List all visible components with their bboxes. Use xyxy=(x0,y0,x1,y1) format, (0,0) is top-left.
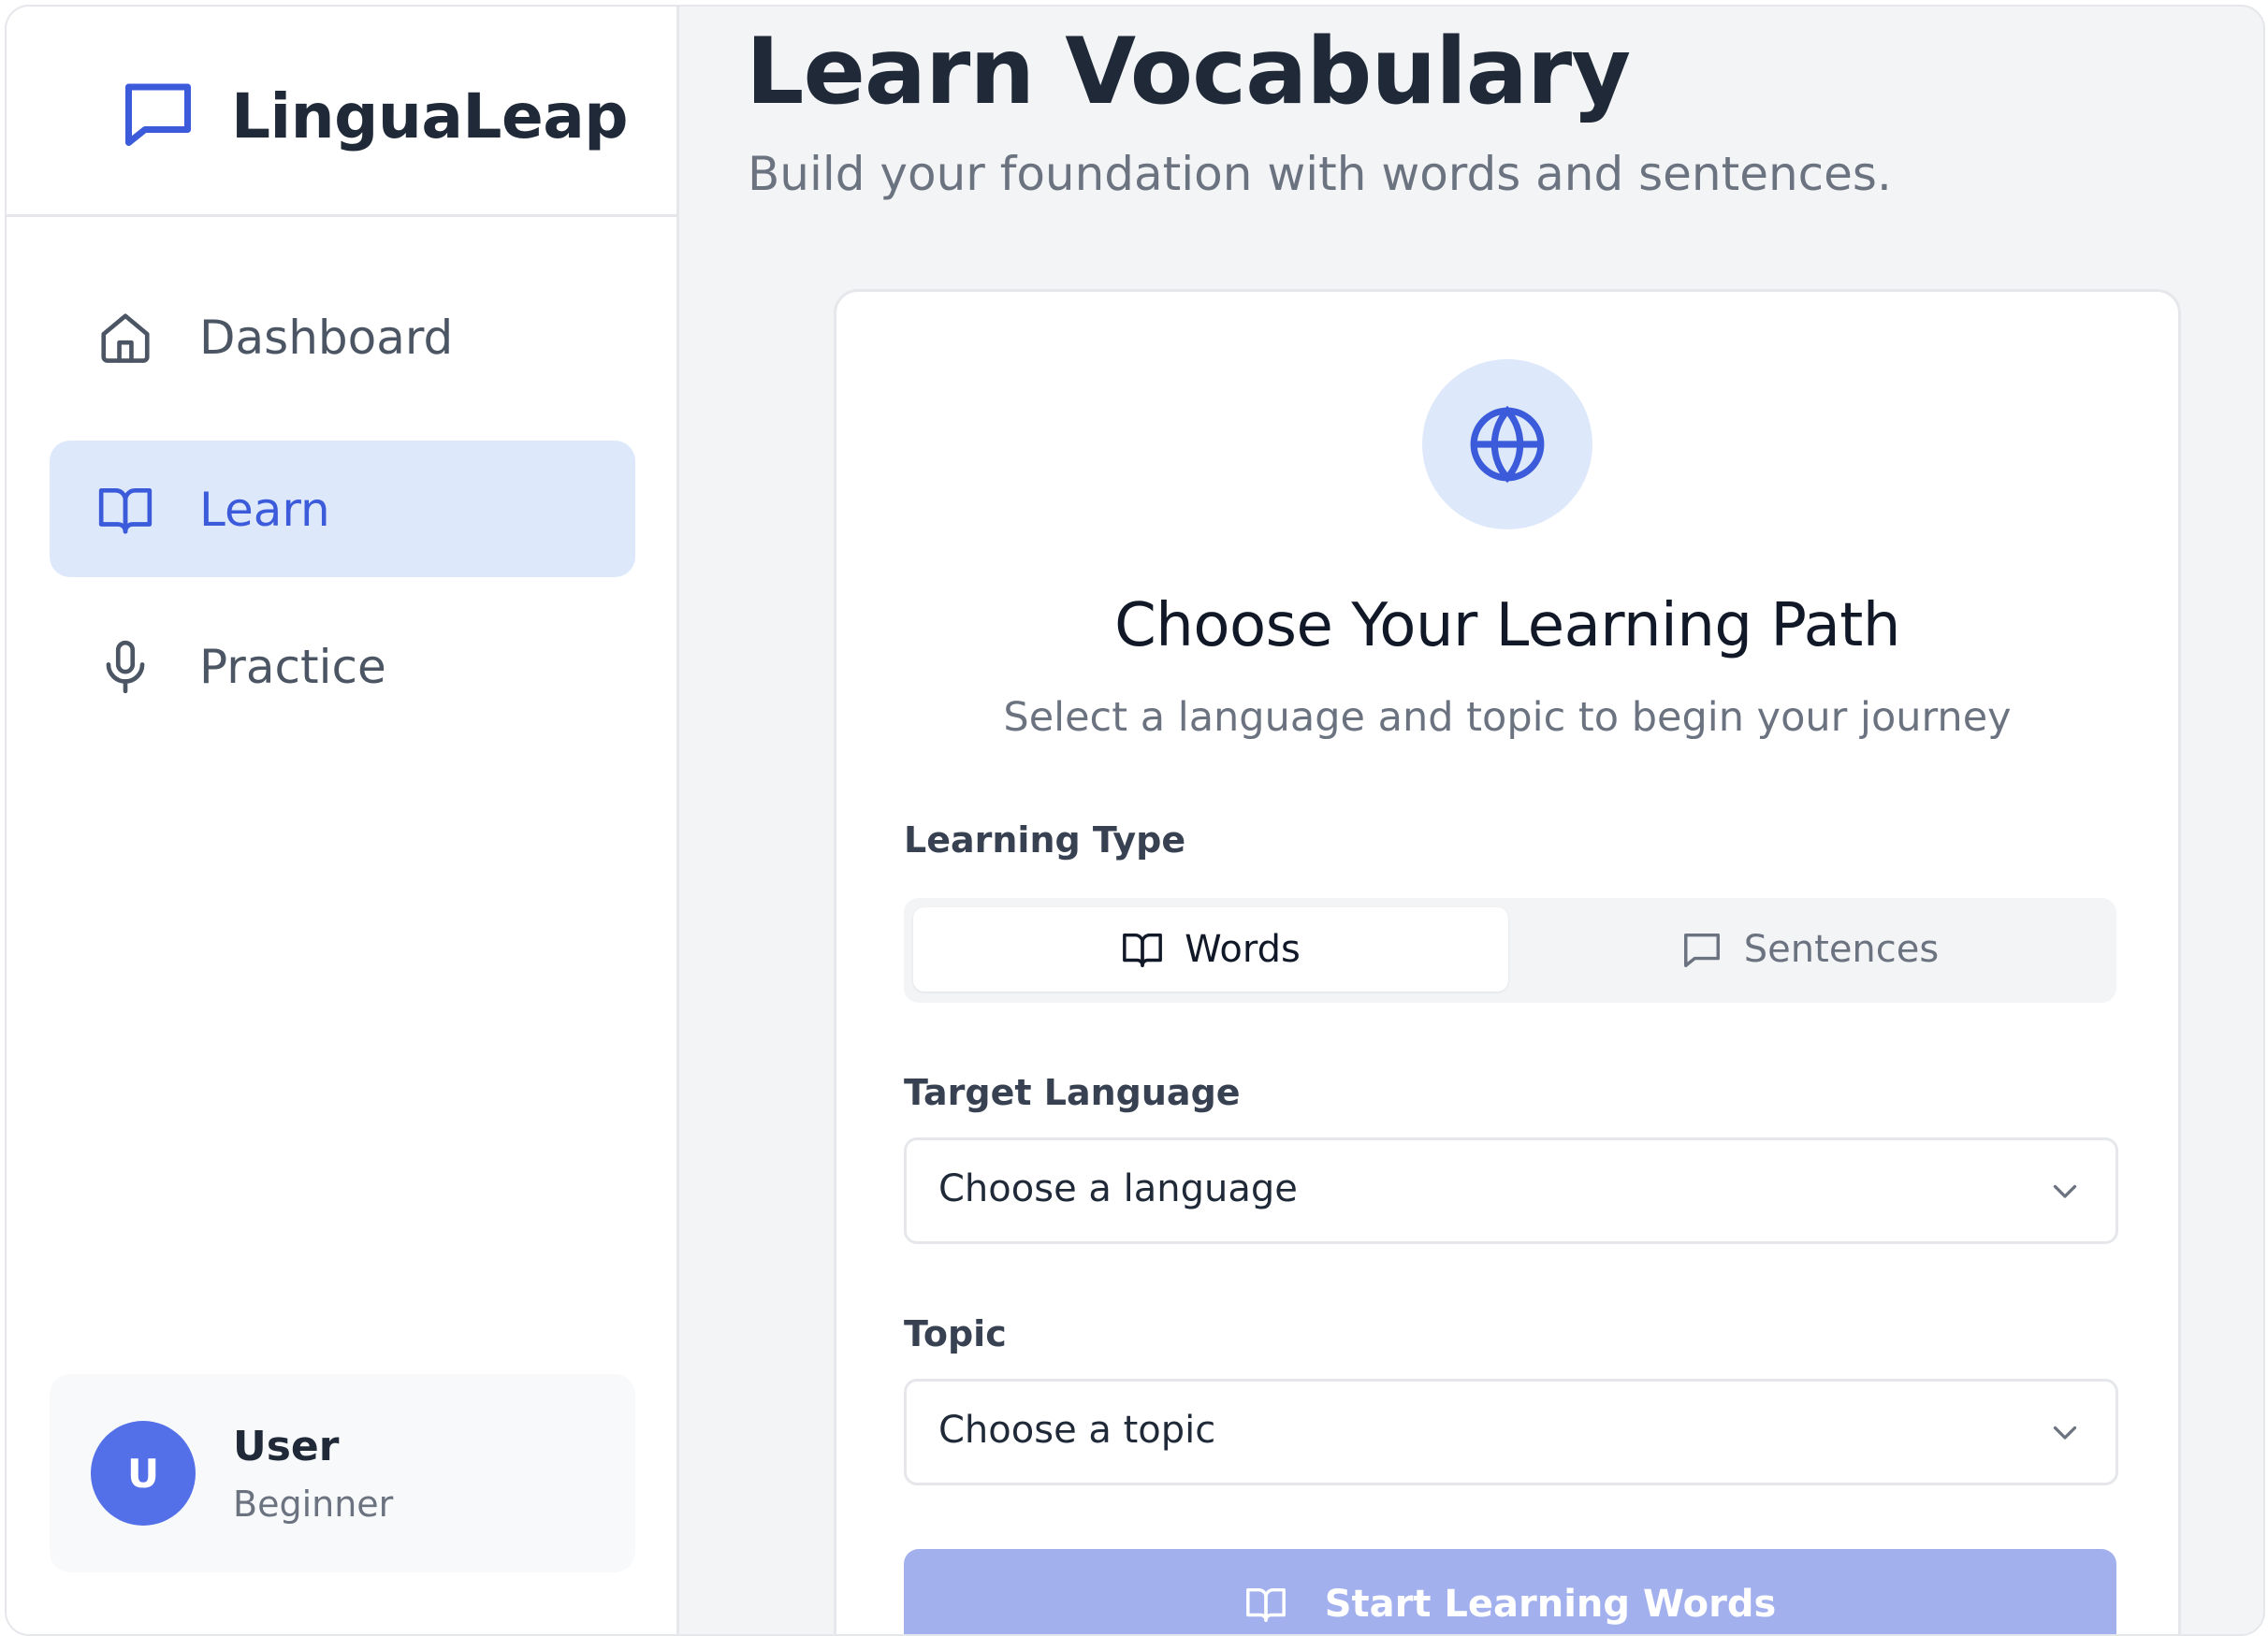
globe-icon xyxy=(1470,405,1545,484)
chevron-down-icon xyxy=(2053,1426,2077,1440)
learning-type-toggle: Words Sentences xyxy=(904,898,2116,1003)
start-learning-label: Start Learning Words xyxy=(1324,1583,1777,1626)
words-option[interactable]: Words xyxy=(913,907,1508,992)
card-title: Choose Your Learning Path xyxy=(1114,591,1900,660)
learning-type-label: Learning Type xyxy=(904,819,1186,861)
target-language-select[interactable]: Choose a language xyxy=(904,1137,2118,1244)
app-window: LinguaLeap Dashboard Learn Practice U Us… xyxy=(5,5,2265,1636)
sidebar-item-label: Learn xyxy=(199,483,330,537)
app-name: LinguaLeap xyxy=(231,80,629,152)
avatar: U xyxy=(91,1421,196,1526)
home-icon xyxy=(101,313,150,363)
words-option-label: Words xyxy=(1185,928,1301,971)
book-open-icon xyxy=(1245,1587,1286,1622)
globe-badge xyxy=(1422,359,1592,529)
chat-bubble-icon xyxy=(125,83,191,146)
card-subtitle: Select a language and topic to begin you… xyxy=(1003,694,2012,741)
sidebar-item-practice[interactable]: Practice xyxy=(50,598,635,734)
user-profile-card[interactable]: U User Beginner xyxy=(50,1374,635,1572)
sentences-option[interactable]: Sentences xyxy=(1512,907,2107,992)
sidebar: LinguaLeap Dashboard Learn Practice U Us… xyxy=(7,7,679,1634)
book-open-icon xyxy=(1123,933,1163,967)
page-title: Learn Vocabulary xyxy=(746,19,1631,125)
user-name: User xyxy=(233,1423,340,1470)
brand: LinguaLeap xyxy=(7,7,676,217)
user-level: Beginner xyxy=(233,1484,394,1525)
target-language-value: Choose a language xyxy=(938,1167,1298,1210)
sidebar-item-dashboard[interactable]: Dashboard xyxy=(50,268,635,405)
page-subtitle: Build your foundation with words and sen… xyxy=(748,147,1892,201)
chat-bubble-icon xyxy=(1683,933,1720,967)
book-open-icon xyxy=(98,488,153,534)
topic-label: Topic xyxy=(904,1313,1007,1354)
microphone-icon xyxy=(106,640,145,694)
sidebar-item-label: Dashboard xyxy=(199,311,454,365)
sentences-option-label: Sentences xyxy=(1743,928,1940,971)
topic-value: Choose a topic xyxy=(938,1409,1216,1452)
target-language-label: Target Language xyxy=(904,1072,1241,1113)
start-learning-button[interactable]: Start Learning Words xyxy=(904,1549,2116,1634)
sidebar-item-label: Practice xyxy=(199,640,386,694)
chevron-down-icon xyxy=(2053,1184,2077,1198)
sidebar-item-learn[interactable]: Learn xyxy=(50,441,635,577)
learning-path-card: Choose Your Learning Path Select a langu… xyxy=(834,289,2181,1634)
topic-select[interactable]: Choose a topic xyxy=(904,1379,2118,1485)
